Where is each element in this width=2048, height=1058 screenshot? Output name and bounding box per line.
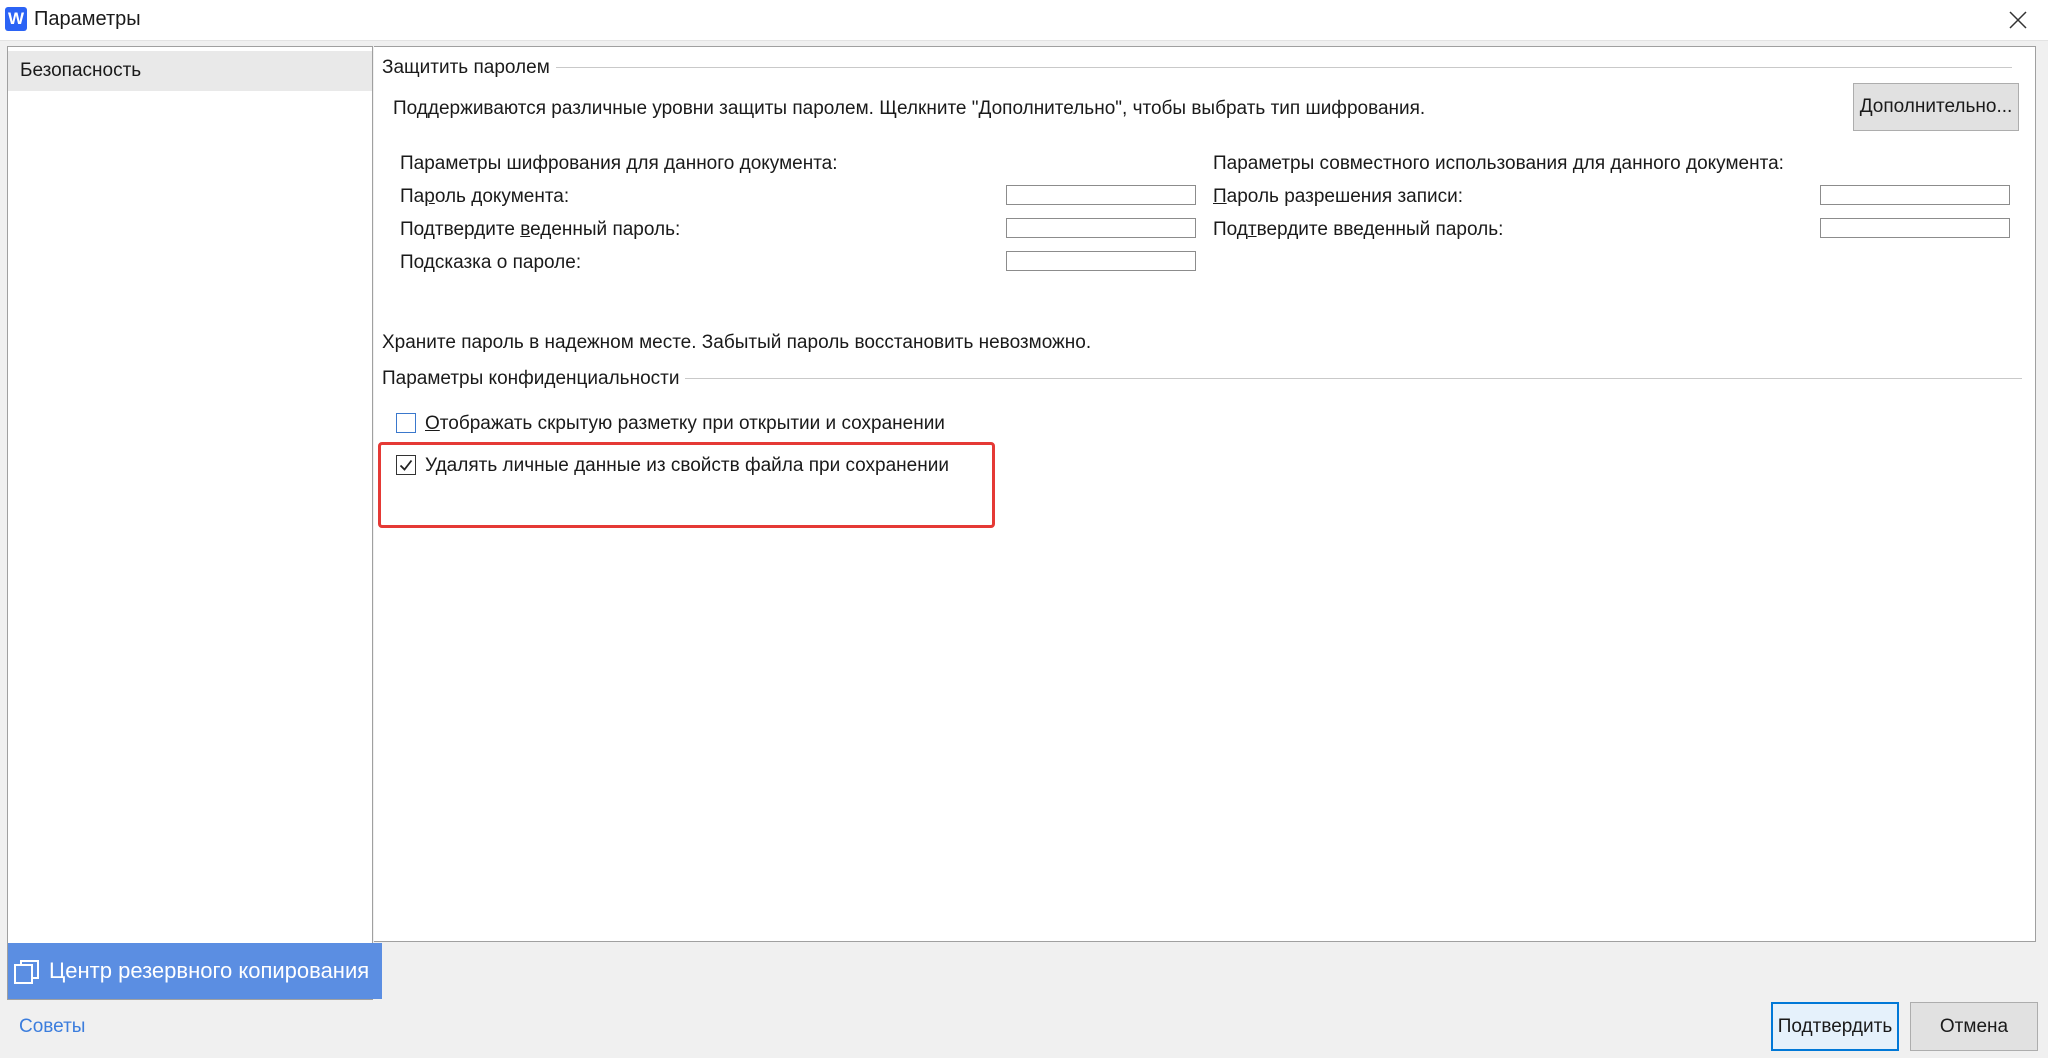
sidebar-item-security[interactable]: Безопасность	[8, 51, 372, 91]
encryption-heading: Параметры шифрования для данного докумен…	[400, 153, 838, 174]
tips-link[interactable]: Советы	[19, 1016, 85, 1038]
confirm-write-password-label: Подтвердите введенный пароль:	[1213, 219, 1504, 240]
divider	[556, 67, 2012, 68]
password-description: Поддерживаются различные уровни защиты п…	[393, 98, 1426, 119]
show-hidden-markup-checkbox[interactable]	[396, 413, 416, 433]
document-password-label: Пароль документа:	[400, 186, 570, 207]
divider	[684, 378, 2022, 379]
cancel-button[interactable]: Отмена	[1910, 1002, 2038, 1051]
password-section-title: Защитить паролем	[382, 57, 556, 79]
close-button[interactable]	[1996, 2, 2040, 38]
password-warning: Храните пароль в надежном месте. Забытый…	[382, 332, 1092, 353]
close-icon	[2009, 11, 2027, 29]
wps-writer-icon: W	[5, 7, 27, 31]
confirm-write-password-field[interactable]	[1820, 218, 2010, 238]
sharing-heading: Параметры совместного использования для …	[1213, 153, 1784, 174]
sidebar-item-label: Безопасность	[20, 60, 142, 81]
advanced-button[interactable]: Дополнительно...	[1853, 83, 2019, 131]
show-hidden-markup-label[interactable]: Отображать скрытую разметку при открытии…	[425, 413, 945, 435]
password-hint-field[interactable]	[1006, 251, 1196, 271]
highlight-annotation	[378, 442, 995, 528]
password-hint-label: Подсказка о пароле:	[400, 252, 582, 273]
write-password-field[interactable]	[1820, 185, 2010, 205]
confirm-password-field[interactable]	[1006, 218, 1196, 238]
window-title: Параметры	[34, 8, 141, 30]
confirm-password-label: Подтвердите веденный пароль:	[400, 219, 681, 240]
document-password-field[interactable]	[1006, 185, 1196, 205]
confirm-button[interactable]: Подтвердить	[1771, 1002, 1899, 1051]
title-bar: W Параметры	[0, 0, 2048, 41]
backup-icon	[14, 960, 39, 984]
backup-center-label: Центр резервного копирования	[49, 958, 370, 983]
privacy-section-title: Параметры конфиденциальности	[382, 368, 686, 390]
sidebar: Безопасность Центр резервного копировани…	[7, 46, 382, 1000]
backup-center-button[interactable]: Центр резервного копирования	[8, 943, 382, 999]
write-password-label: Пароль разрешения записи:	[1213, 186, 1464, 207]
